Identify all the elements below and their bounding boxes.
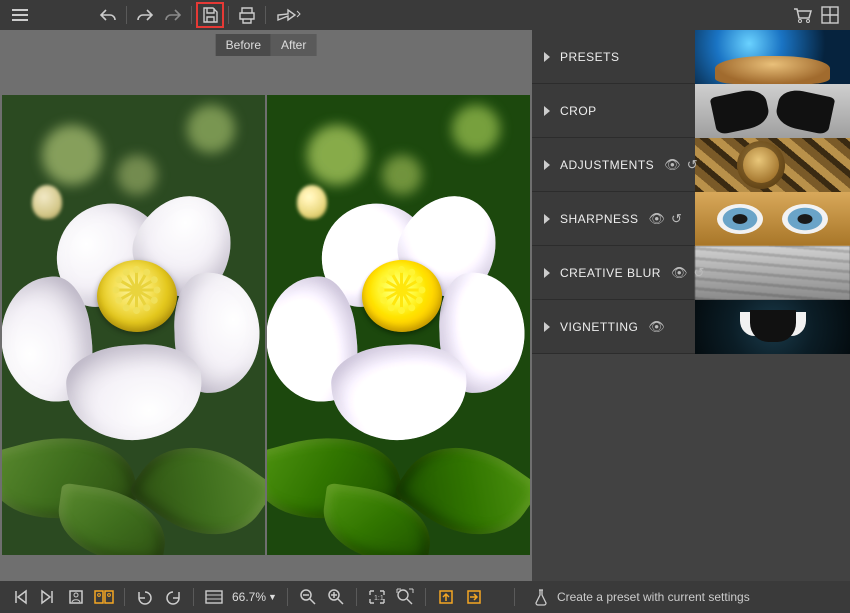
separator (126, 6, 127, 24)
panel-actions: 👁 ↺ (664, 157, 697, 173)
separator (287, 588, 288, 606)
chevron-right-icon (544, 214, 550, 224)
fit-group: 1:1 (363, 584, 419, 610)
visibility-icon[interactable]: 👁 (671, 265, 688, 281)
visibility-icon[interactable]: 👁 (648, 319, 665, 335)
cart-button[interactable] (788, 2, 816, 28)
grid-view-button[interactable] (816, 2, 844, 28)
sidebar-empty-area (532, 354, 850, 581)
panel-title: VIGNETTING (560, 320, 638, 334)
zoom-out-button[interactable] (294, 584, 322, 610)
panel-sharpness[interactable]: SHARPNESS 👁 ↺ (532, 192, 850, 246)
chevron-down-icon: ▼ (268, 592, 277, 602)
before-label[interactable]: Before (216, 34, 271, 56)
panel-crop[interactable]: CROP (532, 84, 850, 138)
chevron-right-icon (544, 52, 550, 62)
app-root: Before After (0, 0, 850, 613)
panel-thumbnail (695, 30, 850, 84)
visibility-icon[interactable]: 👁 (649, 211, 666, 227)
menu-button[interactable] (6, 2, 34, 28)
panel-thumbnail (695, 192, 850, 246)
panel-title: CREATIVE BLUR (560, 266, 661, 280)
zoom-level-text: 66.7% (232, 590, 266, 604)
zoom-presets-button[interactable] (200, 584, 228, 610)
export-right-button[interactable] (460, 584, 488, 610)
chevron-right-icon (544, 106, 550, 116)
first-image-button[interactable] (6, 584, 34, 610)
after-pane (267, 95, 530, 555)
svg-text:1:1: 1:1 (374, 595, 384, 602)
undo-button[interactable] (94, 2, 122, 28)
rotate-left-button[interactable] (131, 584, 159, 610)
comparison-canvas[interactable] (0, 30, 532, 581)
separator (193, 588, 194, 606)
panel-adjustments[interactable]: ADJUSTMENTS 👁 ↺ (532, 138, 850, 192)
panel-title: PRESETS (560, 50, 620, 64)
compare-view-button[interactable] (90, 584, 118, 610)
history-undo-button[interactable] (159, 2, 187, 28)
flask-icon (533, 588, 549, 606)
nav-group (6, 584, 118, 610)
before-after-labels: Before After (216, 34, 317, 56)
zoom-level-dropdown[interactable]: 66.7% ▼ (228, 590, 281, 604)
zoom-buttons-group (294, 584, 350, 610)
chevron-right-icon (544, 268, 550, 278)
reset-icon[interactable]: ↺ (693, 265, 704, 281)
separator (265, 6, 266, 24)
chevron-right-icon (544, 322, 550, 332)
separator (191, 6, 192, 24)
share-button[interactable] (270, 2, 306, 28)
rotate-group (131, 584, 187, 610)
single-view-button[interactable] (62, 584, 90, 610)
top-toolbar (0, 0, 850, 30)
export-group (432, 584, 488, 610)
separator (356, 588, 357, 606)
separator (514, 588, 515, 606)
panel-thumbnail (695, 246, 850, 300)
create-preset-link[interactable]: Create a preset with current settings (521, 588, 844, 606)
redo-button[interactable] (131, 2, 159, 28)
export-up-button[interactable] (432, 584, 460, 610)
panel-presets[interactable]: PRESETS (532, 30, 850, 84)
panel-thumbnail (695, 138, 850, 192)
print-button[interactable] (233, 2, 261, 28)
separator (228, 6, 229, 24)
panel-vignetting[interactable]: VIGNETTING 👁 (532, 300, 850, 354)
zoom-group: 66.7% ▼ (200, 584, 281, 610)
rotate-right-button[interactable] (159, 584, 187, 610)
panel-actions: 👁 (648, 319, 665, 335)
status-bar: 66.7% ▼ 1:1 Create a preset with current… (0, 581, 850, 613)
visibility-icon[interactable]: 👁 (664, 157, 681, 173)
panel-thumbnail (695, 84, 850, 138)
after-label[interactable]: After (271, 34, 316, 56)
panel-thumbnail (695, 300, 850, 354)
chevron-right-icon (544, 160, 550, 170)
panel-title: SHARPNESS (560, 212, 639, 226)
before-pane (2, 95, 265, 555)
separator (425, 588, 426, 606)
fit-actual-button[interactable]: 1:1 (363, 584, 391, 610)
main-area: Before After (0, 30, 850, 581)
next-image-button[interactable] (34, 584, 62, 610)
create-preset-label: Create a preset with current settings (557, 590, 750, 604)
save-button[interactable] (196, 2, 224, 28)
reset-icon[interactable]: ↺ (671, 211, 682, 227)
panel-title: CROP (560, 104, 597, 118)
right-sidebar: PRESETS CROP ADJUSTMENTS 👁 ↺ SHARPNESS (532, 30, 850, 581)
zoom-in-button[interactable] (322, 584, 350, 610)
panel-creative-blur[interactable]: CREATIVE BLUR 👁 ↺ (532, 246, 850, 300)
image-viewer: Before After (0, 30, 532, 581)
panel-actions: 👁 ↺ (671, 265, 704, 281)
panel-actions: 👁 ↺ (649, 211, 682, 227)
panel-title: ADJUSTMENTS (560, 158, 654, 172)
separator (124, 588, 125, 606)
fit-screen-button[interactable] (391, 584, 419, 610)
reset-icon[interactable]: ↺ (687, 157, 698, 173)
